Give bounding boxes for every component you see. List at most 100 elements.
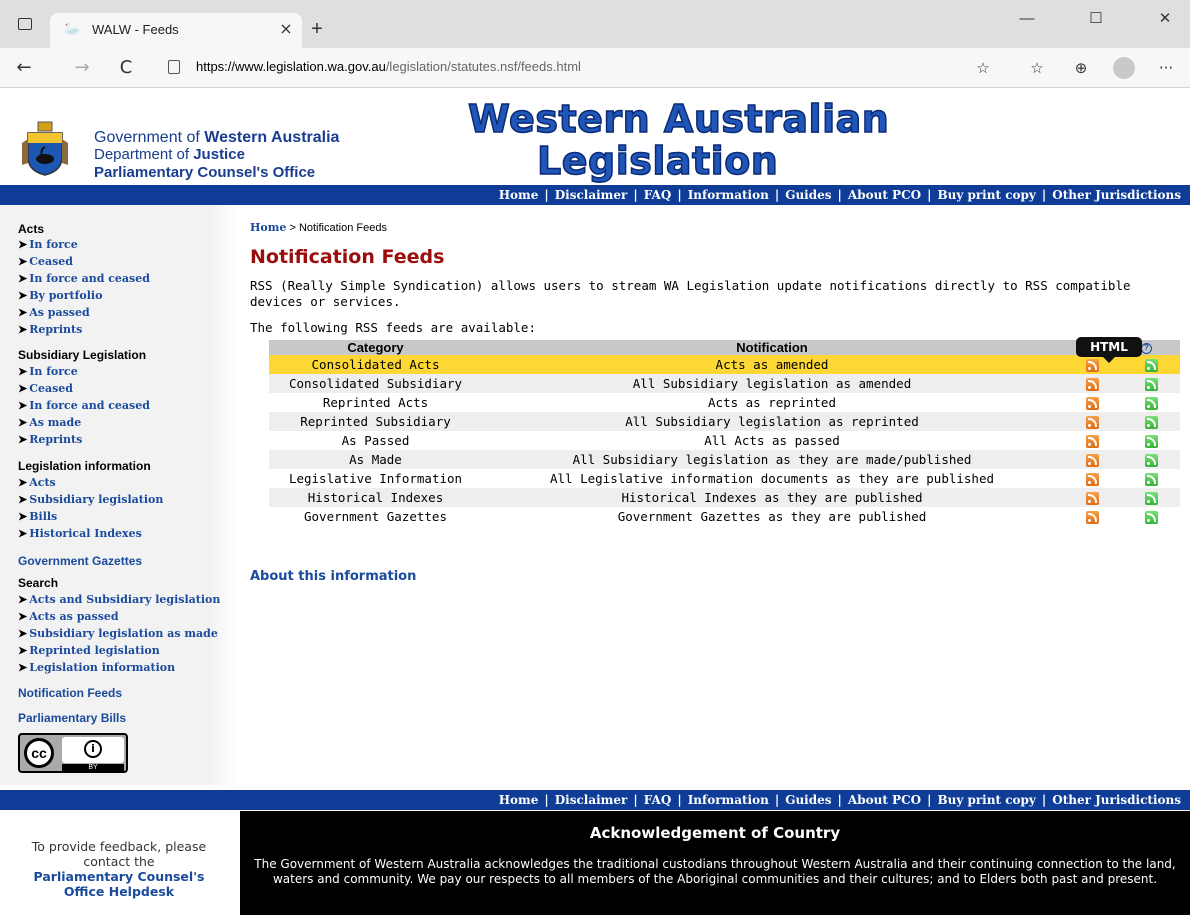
sidebar-item-acts-5[interactable]: ➤ Reprints bbox=[18, 323, 82, 336]
sidebar-item-label: Subsidiary legislation bbox=[29, 493, 164, 506]
rss-html-icon[interactable] bbox=[1085, 492, 1099, 505]
sidebar-item-search-4[interactable]: ➤ Legislation information bbox=[18, 661, 175, 674]
back-button[interactable]: ← bbox=[12, 56, 36, 80]
feed-notification: All Subsidiary legislation as amended bbox=[482, 374, 1062, 393]
url-field[interactable]: https://www.legislation.wa.gov.au/legisl… bbox=[196, 59, 581, 74]
rss-feed-icon[interactable] bbox=[1144, 492, 1158, 505]
browser-tab-bar: 🦢 WALW - Feeds × + — ☐ ✕ bbox=[0, 0, 1190, 48]
sidebar-item-parliamentary-bills[interactable]: Parliamentary Bills bbox=[18, 711, 126, 725]
bottom-nav-item[interactable]: Buy print copy bbox=[937, 793, 1035, 807]
creative-commons-badge[interactable]: cc i BY bbox=[18, 733, 128, 773]
rss-html-icon[interactable] bbox=[1085, 511, 1099, 524]
rss-html-icon[interactable] bbox=[1085, 378, 1099, 391]
bottom-nav-item[interactable]: FAQ bbox=[644, 793, 672, 807]
about-information-link[interactable]: About this information bbox=[250, 569, 416, 584]
nav-separator: | bbox=[1041, 188, 1047, 202]
rss-feed-icon[interactable] bbox=[1144, 473, 1158, 486]
sidebar-item-subsidiary-4[interactable]: ➤ Reprints bbox=[18, 433, 82, 446]
rss-html-icon[interactable] bbox=[1085, 416, 1099, 429]
top-nav-item[interactable]: Information bbox=[688, 188, 769, 202]
top-nav-item[interactable]: Disclaimer bbox=[555, 188, 628, 202]
sidebar-item-subsidiary-2[interactable]: ➤ In force and ceased bbox=[18, 399, 150, 412]
sidebar-item-search-1[interactable]: ➤ Acts as passed bbox=[18, 610, 119, 623]
sidebar-item-info-1[interactable]: ➤ Subsidiary legislation bbox=[18, 493, 163, 506]
bottom-nav-item[interactable]: Information bbox=[688, 793, 769, 807]
bottom-nav-item[interactable]: Other Jurisdictions bbox=[1052, 793, 1181, 807]
more-menu-icon[interactable]: ··· bbox=[1155, 58, 1177, 78]
sidebar-item-search-0[interactable]: ➤ Acts and Subsidiary legislation bbox=[18, 593, 220, 606]
lock-icon[interactable] bbox=[168, 60, 180, 74]
maximize-button[interactable]: ☐ bbox=[1073, 8, 1119, 30]
nav-separator: | bbox=[544, 188, 549, 202]
helpdesk-link-1[interactable]: Parliamentary Counsel's bbox=[0, 869, 238, 884]
close-window-button[interactable]: ✕ bbox=[1142, 8, 1188, 30]
html-cell bbox=[1062, 412, 1122, 431]
favorites-icon[interactable]: ☆ bbox=[1026, 58, 1048, 78]
breadcrumb-home[interactable]: Home bbox=[250, 221, 286, 234]
minimize-button[interactable]: — bbox=[1004, 8, 1050, 30]
table-row: Consolidated Subsidiary All Subsidiary le… bbox=[269, 374, 1180, 393]
bottom-nav-item[interactable]: Guides bbox=[785, 793, 831, 807]
url-domain: https://www.legislation.wa.gov.au bbox=[196, 59, 386, 74]
sidebar-item-acts-0[interactable]: ➤ In force bbox=[18, 238, 78, 251]
browser-tab[interactable]: 🦢 WALW - Feeds × bbox=[50, 13, 302, 48]
top-nav-item[interactable]: Buy print copy bbox=[937, 188, 1035, 202]
rss-feed-icon[interactable] bbox=[1144, 454, 1158, 467]
sidebar-heading-search: Search bbox=[18, 576, 59, 590]
forward-button[interactable]: → bbox=[70, 56, 94, 80]
top-nav-item[interactable]: About PCO bbox=[848, 188, 921, 202]
sidebar: Acts ➤ In force ➤ Ceased ➤ In force and cease… bbox=[0, 205, 238, 785]
feed-notification: Historical Indexes as they are published bbox=[482, 488, 1062, 507]
tab-close-icon[interactable]: × bbox=[276, 19, 296, 39]
rss-html-icon[interactable] bbox=[1085, 454, 1099, 467]
reload-button[interactable]: C bbox=[114, 56, 138, 80]
rss-html-icon[interactable] bbox=[1085, 397, 1099, 410]
breadcrumb-separator: > bbox=[289, 222, 296, 234]
sidebar-item-search-2[interactable]: ➤ Subsidiary legislation as made bbox=[18, 627, 218, 640]
rss-feed-icon[interactable] bbox=[1144, 416, 1158, 429]
rss-feed-icon[interactable] bbox=[1144, 397, 1158, 410]
sidebar-item-government-gazettes[interactable]: Government Gazettes bbox=[18, 554, 142, 568]
top-nav-item[interactable]: Home bbox=[499, 188, 539, 202]
bottom-nav-item[interactable]: About PCO bbox=[848, 793, 921, 807]
rss-html-icon[interactable] bbox=[1085, 359, 1099, 372]
page-content: Government of Western Australia Departme… bbox=[0, 89, 1190, 915]
arrow-icon: ➤ bbox=[18, 365, 28, 378]
rss-feed-icon[interactable] bbox=[1144, 511, 1158, 524]
top-nav-item[interactable]: Other Jurisdictions bbox=[1052, 188, 1181, 202]
sidebar-item-search-3[interactable]: ➤ Reprinted legislation bbox=[18, 644, 160, 657]
rss-html-icon[interactable] bbox=[1085, 435, 1099, 448]
top-nav-item[interactable]: Guides bbox=[785, 188, 831, 202]
tab-actions-icon[interactable] bbox=[18, 18, 32, 30]
top-nav-item[interactable]: FAQ bbox=[644, 188, 672, 202]
helpdesk-link-2[interactable]: Office Helpdesk bbox=[0, 884, 238, 899]
sidebar-item-info-0[interactable]: ➤ Acts bbox=[18, 476, 56, 489]
sidebar-item-acts-1[interactable]: ➤ Ceased bbox=[18, 255, 73, 268]
bottom-nav-item[interactable]: Home bbox=[499, 793, 539, 807]
sidebar-item-notification-feeds[interactable]: Notification Feeds bbox=[18, 686, 122, 700]
new-tab-button[interactable]: + bbox=[306, 19, 328, 42]
add-favorite-icon[interactable]: ☆ bbox=[972, 58, 994, 78]
rss-html-icon[interactable] bbox=[1085, 473, 1099, 486]
sidebar-item-subsidiary-0[interactable]: ➤ In force bbox=[18, 365, 78, 378]
arrow-icon: ➤ bbox=[18, 493, 28, 506]
sidebar-item-label: As made bbox=[29, 416, 82, 429]
header-notification: Notification bbox=[482, 340, 1062, 355]
sidebar-item-acts-2[interactable]: ➤ In force and ceased bbox=[18, 272, 150, 285]
nav-separator: | bbox=[677, 188, 682, 202]
bottom-nav-item[interactable]: Disclaimer bbox=[555, 793, 628, 807]
nav-separator: | bbox=[677, 793, 682, 807]
rss-feed-icon[interactable] bbox=[1144, 359, 1158, 372]
profile-avatar[interactable] bbox=[1113, 57, 1135, 79]
rss-feed-icon[interactable] bbox=[1144, 435, 1158, 448]
gov-name: Government of Western Australia bbox=[94, 129, 340, 146]
collections-icon[interactable]: ⊕ bbox=[1070, 58, 1092, 78]
sidebar-item-acts-4[interactable]: ➤ As passed bbox=[18, 306, 90, 319]
sidebar-item-subsidiary-3[interactable]: ➤ As made bbox=[18, 416, 81, 429]
help-icon[interactable]: ? bbox=[1140, 343, 1152, 355]
rss-feed-icon[interactable] bbox=[1144, 378, 1158, 391]
sidebar-item-subsidiary-1[interactable]: ➤ Ceased bbox=[18, 382, 73, 395]
sidebar-item-info-3[interactable]: ➤ Historical Indexes bbox=[18, 527, 142, 540]
sidebar-item-acts-3[interactable]: ➤ By portfolio bbox=[18, 289, 102, 302]
sidebar-item-info-2[interactable]: ➤ Bills bbox=[18, 510, 57, 523]
